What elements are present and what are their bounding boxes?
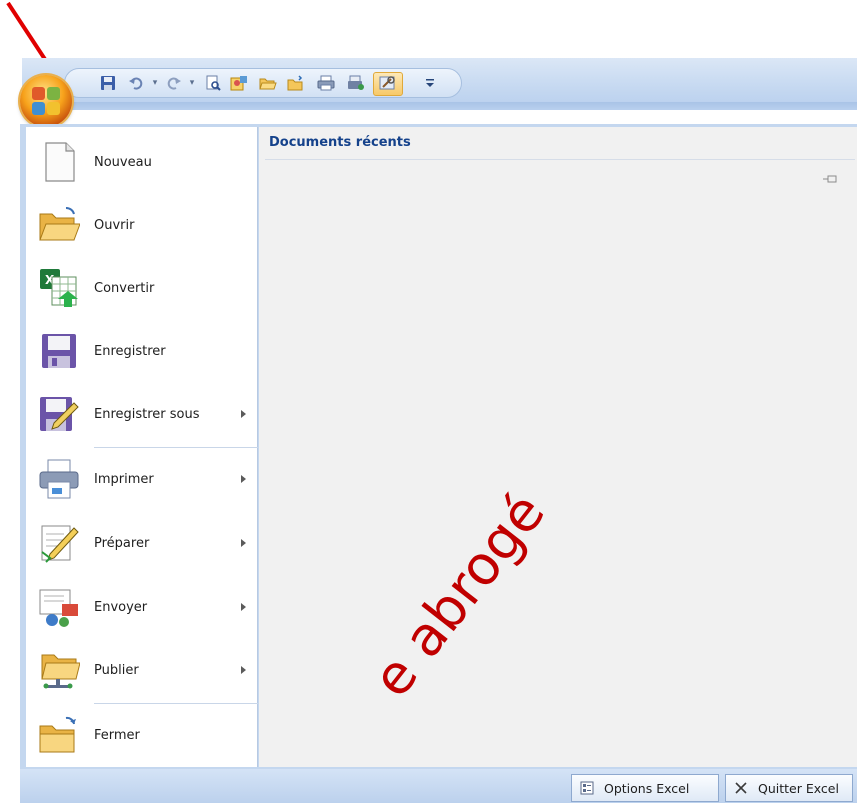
excel-options-button[interactable]: Options Excel [571,774,719,802]
submenu-arrow-icon [241,666,246,674]
menu-separator [94,447,258,448]
print-icon [38,458,80,500]
menu-item-envoyer[interactable]: Envoyer [26,579,258,635]
menu-item-label: Enregistrer [94,343,166,359]
header-divider [265,159,855,160]
quit-excel-label: Quitter Excel [758,780,839,796]
tools-icon[interactable] [378,73,398,93]
print-icon[interactable] [316,73,336,93]
publish-icon [38,649,81,691]
save-icon[interactable] [98,73,118,93]
menu-item-label: Imprimer [94,471,154,487]
recent-documents-pane: Documents récents [259,127,857,767]
close-folder-icon [38,714,80,756]
menu-item-fermer[interactable]: Fermer [26,707,258,763]
menu-item-label: Envoyer [94,599,148,615]
menu-item-enregistrer[interactable]: Enregistrer [26,323,258,379]
undo-icon[interactable] [126,73,146,93]
submenu-arrow-icon [241,603,246,611]
redo-dropdown-icon[interactable]: ▾ [187,73,197,93]
printer-settings-icon[interactable] [346,73,366,93]
menu-separator [94,703,258,704]
print-preview-icon[interactable] [203,73,223,93]
open-folder-icon [38,204,81,246]
menu-item-nouveau[interactable]: Nouveau [26,134,258,190]
menu-item-ouvrir[interactable]: Ouvrir [26,197,258,253]
format-icon[interactable] [229,73,249,93]
options-icon [580,781,594,795]
menu-item-label: Convertir [94,280,155,296]
menu-item-enregistrer-sous[interactable]: Enregistrer sous [26,386,258,442]
office-logo-icon [32,87,60,115]
quit-excel-button[interactable]: Quitter Excel [725,774,853,802]
menu-item-convertir[interactable]: X Convertir [26,260,258,316]
menu-item-publier[interactable]: Publier [26,642,258,698]
submenu-arrow-icon [241,539,246,547]
customize-qat-icon[interactable] [424,73,436,93]
excel-options-label: Options Excel [604,780,690,796]
recent-documents-header: Documents récents [269,135,411,150]
send-icon [38,586,80,628]
prepare-icon [38,522,80,564]
menu-item-imprimer[interactable]: Imprimer [26,451,258,507]
submenu-arrow-icon [241,410,246,418]
redo-icon[interactable] [164,73,184,93]
new-folder-icon[interactable] [286,73,306,93]
menu-item-label: Préparer [94,535,150,551]
undo-dropdown-icon[interactable]: ▾ [150,73,160,93]
office-menu-commands: Nouveau Ouvrir X Convertir Enregistrer E… [26,127,258,767]
menu-item-label: Publier [94,662,139,678]
menu-item-label: Fermer [94,727,140,743]
open-folder-icon[interactable] [258,73,278,93]
office-button[interactable] [20,75,72,127]
convert-icon: X [38,267,80,309]
submenu-arrow-icon [241,475,246,483]
close-icon [734,781,748,795]
save-as-icon [38,393,80,435]
menu-item-label: Ouvrir [94,217,135,233]
pin-icon[interactable] [823,175,837,183]
menu-item-label: Nouveau [94,154,152,170]
menu-item-preparer[interactable]: Préparer [26,515,258,571]
save-icon [38,330,80,372]
menu-item-label: Enregistrer sous [94,406,200,422]
new-document-icon [38,141,80,183]
